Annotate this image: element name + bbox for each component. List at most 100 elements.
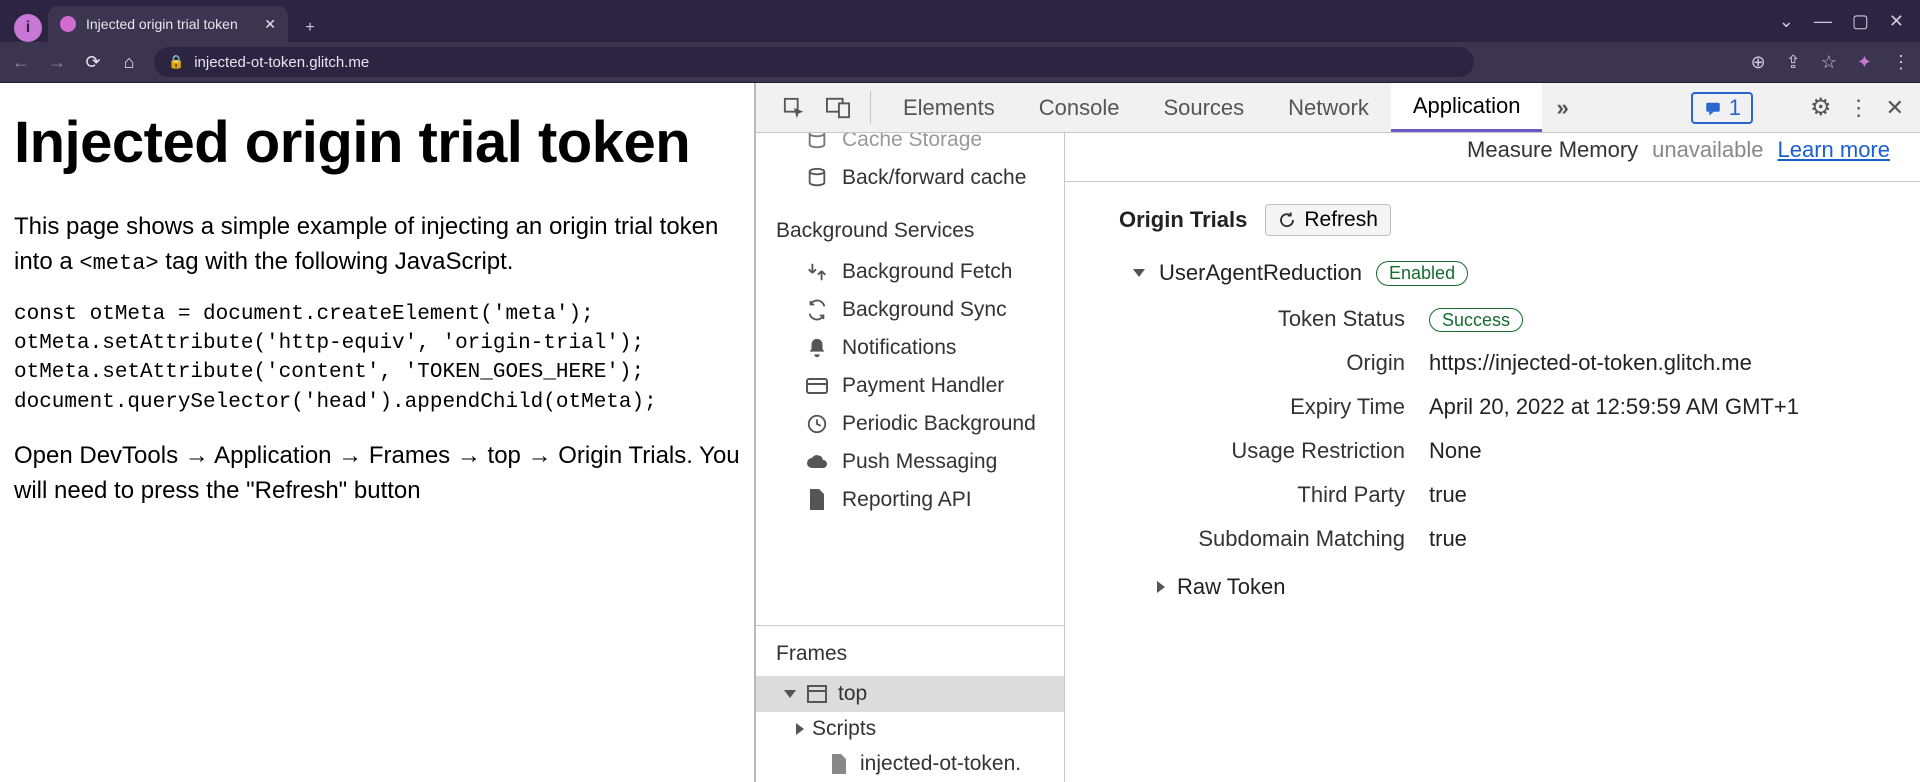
window-minimize-button[interactable]: —	[1814, 11, 1832, 32]
cloud-icon	[804, 449, 830, 475]
kv-expiry-value: April 20, 2022 at 12:59:59 AM GMT+1	[1429, 394, 1920, 420]
home-button[interactable]: ⌂	[118, 52, 140, 73]
plus-icon: +	[305, 19, 314, 37]
inspect-element-icon[interactable]	[772, 83, 816, 132]
database-icon	[804, 133, 830, 153]
tab-application[interactable]: Application	[1391, 83, 1543, 132]
device-toolbar-icon[interactable]	[816, 83, 860, 132]
measure-memory-label: Measure Memory	[1467, 137, 1638, 163]
back-button[interactable]: ←	[10, 52, 32, 73]
new-tab-button[interactable]: +	[296, 14, 324, 42]
share-icon[interactable]: ⇪	[1786, 52, 1801, 73]
window-controls: ⌄ — ▢ ✕	[1779, 0, 1920, 42]
kv-expiry-label: Expiry Time	[1105, 394, 1405, 420]
sidebar-item-background-fetch[interactable]: Background Fetch	[756, 253, 1064, 291]
devtools-menu-icon[interactable]: ⋮	[1848, 95, 1870, 121]
document-icon	[826, 751, 852, 777]
sidebar-item-push-messaging[interactable]: Push Messaging	[756, 443, 1064, 481]
kv-token-status-label: Token Status	[1105, 306, 1405, 332]
sidebar-item-payment-handler[interactable]: Payment Handler	[756, 367, 1064, 405]
browser-tab[interactable]: Injected origin trial token ✕	[48, 6, 288, 42]
origin-trial-row[interactable]: UserAgentReduction Enabled	[1065, 254, 1920, 306]
measure-memory-learn-more-link[interactable]: Learn more	[1777, 137, 1890, 163]
frames-tree-top[interactable]: top	[756, 676, 1064, 712]
lock-icon: 🔒	[168, 54, 184, 70]
window-maximize-button[interactable]: ▢	[1852, 11, 1869, 32]
settings-gear-icon[interactable]: ⚙	[1810, 93, 1832, 122]
intro-paragraph: This page shows a simple example of inje…	[14, 210, 740, 280]
issues-count: 1	[1729, 95, 1741, 121]
tab-elements[interactable]: Elements	[881, 83, 1017, 132]
frames-tree-file[interactable]: injected-ot-token.	[756, 746, 1064, 782]
tab-sources[interactable]: Sources	[1141, 83, 1266, 132]
code-block: const otMeta = document.createElement('m…	[14, 300, 740, 418]
tree-item-label: top	[838, 682, 867, 706]
issues-icon	[1703, 99, 1723, 117]
inline-code-meta: <meta>	[79, 251, 158, 276]
profile-avatar[interactable]: i	[14, 14, 42, 42]
origin-trial-details: Token Status Success Origin https://inje…	[1065, 306, 1920, 552]
address-bar: ← → ⟳ ⌂ 🔒 injected-ot-token.glitch.me ⊕ …	[0, 42, 1920, 82]
browser-menu-icon[interactable]: ⋮	[1892, 52, 1910, 73]
chevron-down-icon	[1133, 269, 1145, 277]
sidebar-item-label: Background Sync	[842, 298, 1007, 322]
tab-favicon-icon	[60, 16, 76, 32]
extensions-icon[interactable]: ✦	[1857, 52, 1872, 73]
omnibox[interactable]: 🔒 injected-ot-token.glitch.me	[154, 47, 1474, 77]
outro-paragraph: Open DevTools → Application → Frames → t…	[14, 439, 740, 509]
devtools-panel: Elements Console Sources Network Applica…	[754, 83, 1920, 782]
window-close-button[interactable]: ✕	[1889, 11, 1904, 32]
content-row: Injected origin trial token This page sh…	[0, 83, 1920, 782]
document-icon	[804, 487, 830, 513]
sidebar-item-cache-storage[interactable]: Cache Storage	[756, 133, 1064, 159]
database-icon	[804, 165, 830, 191]
tab-strip: i Injected origin trial token ✕ + ⌄ — ▢ …	[0, 0, 1920, 42]
tab-close-icon[interactable]: ✕	[264, 16, 276, 33]
origin-trial-status-pill: Enabled	[1376, 261, 1468, 286]
raw-token-label: Raw Token	[1177, 574, 1285, 600]
tabs-dropdown-icon[interactable]: ⌄	[1779, 11, 1794, 32]
url-text: injected-ot-token.glitch.me	[194, 54, 369, 71]
sidebar-item-label: Reporting API	[842, 488, 972, 512]
refresh-label: Refresh	[1304, 208, 1378, 232]
issues-counter[interactable]: 1	[1691, 92, 1753, 124]
sync-icon	[804, 297, 830, 323]
page-title: Injected origin trial token	[14, 109, 740, 176]
sidebar-item-label: Cache Storage	[842, 133, 982, 152]
intro-text-b: tag with the following JavaScript.	[159, 248, 514, 275]
sidebar-frames-block: Frames top Scripts injected-ot-token.	[756, 625, 1064, 782]
tab-console[interactable]: Console	[1017, 83, 1142, 132]
sidebar-heading-background-services: Background Services	[756, 197, 1064, 253]
sidebar-item-label: Payment Handler	[842, 374, 1004, 398]
zoom-icon[interactable]: ⊕	[1751, 52, 1766, 73]
credit-card-icon	[804, 373, 830, 399]
kv-usage-label: Usage Restriction	[1105, 438, 1405, 464]
tabs-overflow-icon[interactable]: »	[1542, 83, 1582, 132]
sidebar-item-background-sync[interactable]: Background Sync	[756, 291, 1064, 329]
sidebar-item-periodic-sync[interactable]: Periodic Background	[756, 405, 1064, 443]
browser-chrome: i Injected origin trial token ✕ + ⌄ — ▢ …	[0, 0, 1920, 83]
frames-tree-scripts[interactable]: Scripts	[756, 712, 1064, 746]
sidebar-heading-frames: Frames	[756, 626, 1064, 676]
kv-usage-value: None	[1429, 438, 1920, 464]
devtools-close-icon[interactable]: ✕	[1886, 95, 1904, 121]
tree-item-label: Scripts	[812, 717, 876, 741]
measure-memory-status: unavailable	[1652, 137, 1763, 163]
refresh-button[interactable]: Refresh	[1265, 204, 1391, 236]
sidebar-item-notifications[interactable]: Notifications	[756, 329, 1064, 367]
window-icon	[804, 681, 830, 707]
clock-icon	[804, 411, 830, 437]
sidebar-item-bfcache[interactable]: Back/forward cache	[756, 159, 1064, 197]
tab-network[interactable]: Network	[1266, 83, 1391, 132]
toolbar-right: ⊕ ⇪ ☆ ✦ ⋮	[1751, 52, 1910, 73]
forward-button[interactable]: →	[46, 52, 68, 73]
application-sidebar: Cache Storage Back/forward cache Backgro…	[756, 133, 1065, 782]
kv-origin-label: Origin	[1105, 350, 1405, 376]
sidebar-item-label: Background Fetch	[842, 260, 1012, 284]
sidebar-item-reporting-api[interactable]: Reporting API	[756, 481, 1064, 519]
origin-trials-title: Origin Trials	[1119, 207, 1247, 233]
raw-token-row[interactable]: Raw Token	[1065, 552, 1920, 600]
bookmark-star-icon[interactable]: ☆	[1821, 52, 1837, 73]
reload-button[interactable]: ⟳	[82, 52, 104, 73]
sidebar-item-label: Notifications	[842, 336, 956, 360]
